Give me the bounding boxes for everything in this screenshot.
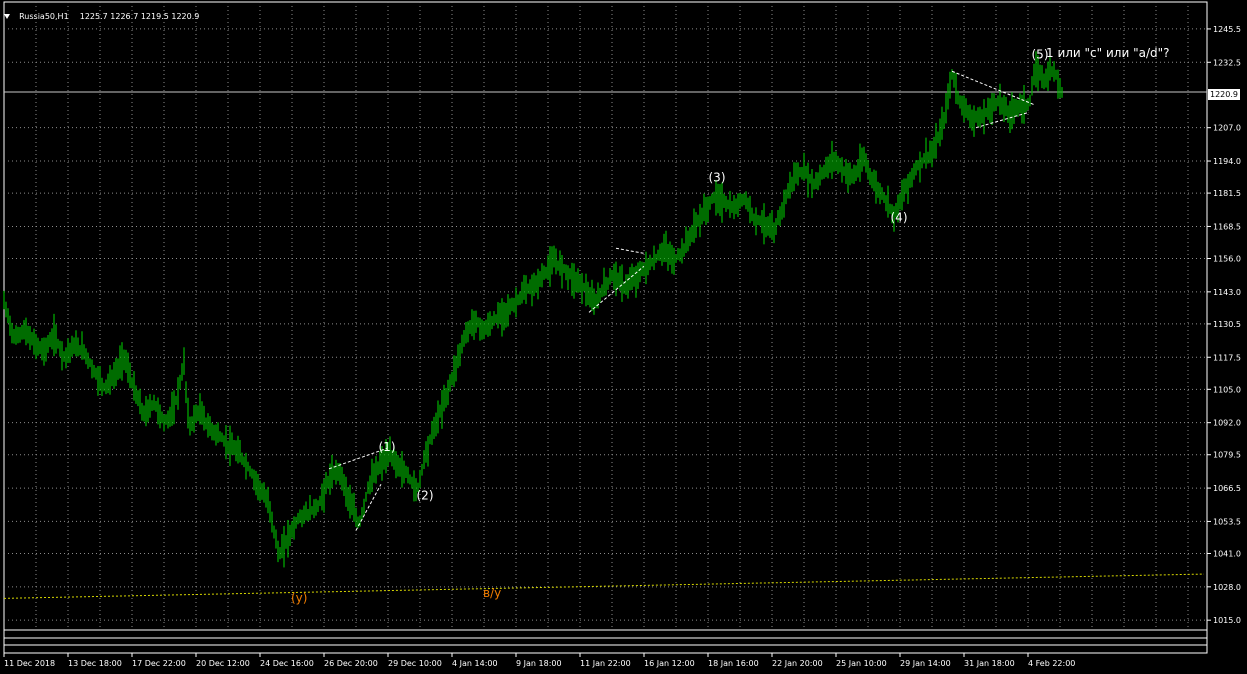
symbol-label: Russia50,H1 bbox=[19, 12, 69, 21]
price-chart: 1245.5 1232.5 1207.0 1194.0 1181.5 1168.5 1156… bbox=[0, 0, 1247, 674]
y-tick-label: 1143.0 bbox=[1213, 288, 1241, 297]
y-tick-label: 1015.0 bbox=[1213, 616, 1241, 625]
y-tick-label: 1156.0 bbox=[1213, 255, 1241, 264]
y-tick-label: 1130.5 bbox=[1213, 320, 1241, 329]
y-tick-label: 1105.0 bbox=[1213, 385, 1241, 394]
y-tick-label: 1041.0 bbox=[1213, 549, 1241, 558]
y-tick-label: 1194.0 bbox=[1213, 157, 1241, 166]
y-tick-label: 1053.5 bbox=[1213, 517, 1241, 526]
x-tick-label: 11 Dec 2018 bbox=[4, 659, 55, 668]
x-tick-label: 13 Dec 18:00 bbox=[68, 659, 122, 668]
y-tick-label: 1245.5 bbox=[1213, 25, 1241, 34]
indicator-window bbox=[3, 629, 1208, 654]
x-tick-label: 9 Jan 18:00 bbox=[516, 659, 562, 668]
ohlc-values: 1225.7 1226.7 1219.5 1220.9 bbox=[79, 12, 200, 21]
x-tick-label: 17 Dec 22:00 bbox=[132, 659, 186, 668]
x-tick-label: 29 Dec 10:00 bbox=[388, 659, 442, 668]
x-tick-label: 31 Jan 18:00 bbox=[964, 659, 1015, 668]
wave-label: (1) bbox=[379, 440, 396, 454]
y-tick-label: 1181.5 bbox=[1213, 189, 1241, 198]
current-price-badge: 1220.9 bbox=[1208, 89, 1240, 100]
wave-label: (3) bbox=[709, 171, 726, 185]
dy-annotation: в/у bbox=[483, 586, 502, 600]
y-tick-label: 1168.5 bbox=[1213, 222, 1241, 231]
chart-background bbox=[0, 0, 1247, 674]
x-tick-label: 29 Jan 14:00 bbox=[900, 659, 951, 668]
x-tick-label: 4 Jan 14:00 bbox=[452, 659, 498, 668]
question-annotation: 1 или "с" или "a/d"? bbox=[1046, 46, 1170, 60]
x-tick-label: 24 Dec 16:00 bbox=[260, 659, 314, 668]
y-tick-label: 1079.5 bbox=[1213, 451, 1241, 460]
x-tick-label: 25 Jan 10:00 bbox=[836, 659, 887, 668]
x-tick-label: 20 Dec 12:00 bbox=[196, 659, 250, 668]
chart-root: 1245.5 1232.5 1207.0 1194.0 1181.5 1168.5 1156… bbox=[0, 0, 1247, 674]
y-tick-label: 1028.0 bbox=[1213, 583, 1241, 592]
x-tick-label: 18 Jan 16:00 bbox=[708, 659, 759, 668]
wave-label: (2) bbox=[417, 489, 434, 503]
chevron-down-icon bbox=[4, 14, 10, 19]
y-tick-label: 1066.5 bbox=[1213, 484, 1241, 493]
x-tick-label: 26 Dec 20:00 bbox=[324, 659, 378, 668]
symbol-header: Russia50,H1 1225.7 1226.7 1219.5 1220.9 bbox=[4, 4, 204, 21]
x-tick-label: 11 Jan 22:00 bbox=[580, 659, 631, 668]
y-tick-label: 1207.0 bbox=[1213, 124, 1241, 133]
x-tick-label: 22 Jan 20:00 bbox=[772, 659, 823, 668]
wave-label: (4) bbox=[891, 210, 908, 224]
y-tick-label: 1117.5 bbox=[1213, 353, 1241, 362]
y-tick-label: 1232.5 bbox=[1213, 58, 1241, 67]
x-tick-label: 4 Feb 22:00 bbox=[1028, 659, 1075, 668]
y-annotation: (y) bbox=[291, 591, 308, 605]
y-tick-label: 1092.0 bbox=[1213, 419, 1241, 428]
x-tick-label: 16 Jan 12:00 bbox=[644, 659, 695, 668]
